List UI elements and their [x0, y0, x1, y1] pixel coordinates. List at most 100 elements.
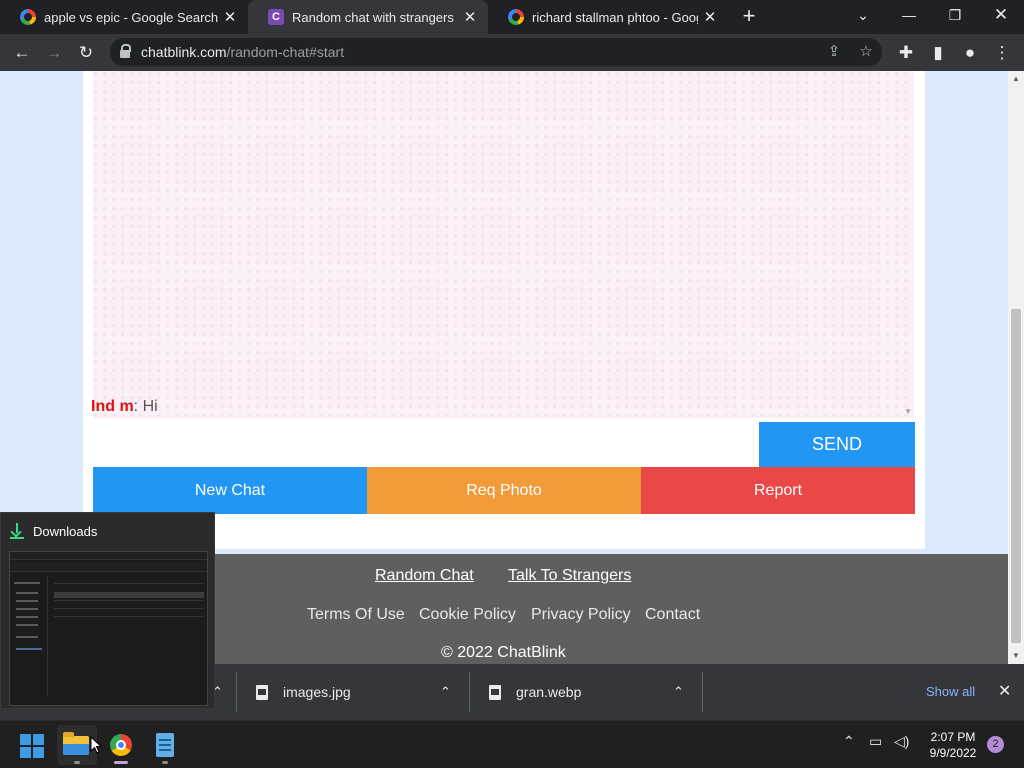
close-tab-icon[interactable]: ✕ [218, 8, 242, 26]
url-text[interactable]: chatblink.com/random-chat#start [141, 44, 344, 60]
show-all-downloads-link[interactable]: Show all [926, 684, 975, 699]
send-button[interactable]: SEND [759, 422, 915, 467]
download-separator [702, 672, 703, 712]
scrollbar-thumb[interactable] [1011, 309, 1021, 643]
tab-search-icon[interactable]: ⌄ [840, 0, 886, 34]
notepad-taskbar-button[interactable] [145, 725, 185, 765]
restore-button[interactable]: ❐ [932, 0, 978, 34]
thumbnail-title: Downloads [33, 523, 98, 539]
preview-line [16, 600, 38, 602]
message-text: Hi [138, 398, 158, 415]
share-icon[interactable]: ⇪ [824, 42, 844, 62]
start-button[interactable] [12, 725, 52, 765]
running-indicator [162, 761, 168, 764]
preview-row [54, 592, 204, 598]
bookmark-star-icon[interactable]: ☆ [856, 42, 876, 62]
preview-line [16, 624, 38, 626]
taskbar-thumbnail-popup[interactable]: Downloads [0, 512, 215, 709]
download-separator [469, 672, 470, 712]
download-separator [236, 672, 237, 712]
system-clock[interactable]: 2:07 PM 9/9/2022 [924, 729, 982, 761]
tab-richard-stallman[interactable]: richard stallman phtoo - Google ✕ [488, 0, 728, 34]
window-preview[interactable] [9, 551, 208, 706]
close-window-button[interactable]: ✕ [978, 0, 1024, 34]
download-item-partial[interactable]: ⌃ [212, 664, 236, 720]
chat-card: ▼ Ind m: Hi SEND New Chat Req Photo Repo… [83, 71, 925, 549]
copyright: © 2022 ChatBlink [441, 644, 566, 661]
extensions-icon[interactable]: ✚ [893, 40, 919, 66]
back-button[interactable]: ← [9, 40, 35, 66]
close-download-shelf-icon[interactable]: ✕ [998, 681, 1011, 701]
tab-title: Random chat with strangers [292, 9, 454, 25]
scroll-down-arrow-icon[interactable]: ▼ [1008, 651, 1024, 660]
windows-taskbar: ⌃ ▭ ◁) 2:07 PM 9/9/2022 [0, 720, 1024, 768]
chat-message: Ind m: Hi [91, 398, 158, 415]
chevron-up-icon[interactable]: ⌃ [440, 684, 451, 700]
preview-line [16, 592, 38, 594]
minimize-button[interactable]: — [886, 0, 932, 34]
running-indicator [74, 761, 80, 764]
clock-time: 2:07 PM [930, 730, 976, 744]
message-input[interactable] [93, 422, 759, 467]
clock-date: 9/9/2022 [929, 746, 977, 760]
folder-icon [63, 732, 89, 755]
tab-random-chat[interactable]: C Random chat with strangers ✕ [248, 0, 488, 34]
menu-icon[interactable]: ⋮ [989, 40, 1015, 66]
chatblink-icon: C [268, 9, 284, 25]
preview-row [54, 608, 204, 614]
footer-link-random-chat[interactable]: Random Chat [375, 567, 474, 585]
preview-line [16, 636, 38, 638]
footer-link-privacy[interactable]: Privacy Policy [531, 606, 631, 624]
notification-badge[interactable]: 2 [987, 736, 1004, 753]
chat-log: ▼ [93, 71, 914, 418]
lock-icon[interactable] [120, 44, 131, 58]
download-item[interactable]: gran.webp ⌃ [489, 664, 701, 720]
running-indicator [114, 761, 128, 764]
new-tab-button[interactable]: + [738, 5, 760, 27]
profile-icon[interactable]: ● [957, 40, 983, 66]
footer-link-talk-to-strangers[interactable]: Talk To Strangers [508, 567, 631, 585]
download-filename: gran.webp [516, 684, 582, 700]
chrome-taskbar-button[interactable] [101, 725, 141, 765]
network-icon[interactable]: ▭ [869, 733, 882, 750]
preview-titlebar [10, 552, 207, 560]
preview-line [16, 608, 38, 610]
footer-link-terms[interactable]: Terms Of Use [307, 606, 405, 624]
download-icon [10, 523, 24, 539]
mouse-cursor-icon [90, 736, 102, 754]
footer-link-contact[interactable]: Contact [645, 606, 700, 624]
side-panel-icon[interactable]: ▮ [925, 40, 951, 66]
show-hidden-icons-icon[interactable]: ⌃ [843, 733, 855, 750]
chrome-icon [110, 734, 132, 756]
notepad-icon [156, 733, 174, 757]
preview-line [16, 616, 38, 618]
preview-row [54, 578, 204, 584]
windows-logo-icon [20, 734, 44, 758]
page-scrollbar[interactable]: ▲ ▼ [1008, 71, 1024, 664]
preview-toolbar [10, 562, 207, 572]
scroll-up-arrow-icon[interactable]: ▲ [1008, 74, 1024, 83]
scroll-down-arrow-icon[interactable]: ▼ [904, 407, 912, 416]
address-bar[interactable]: chatblink.com/random-chat#start ⇪ ☆ [110, 38, 882, 66]
chevron-up-icon[interactable]: ⌃ [673, 684, 684, 700]
tab-apple-vs-epic[interactable]: apple vs epic - Google Search ✕ [0, 0, 248, 34]
forward-button[interactable]: → [41, 40, 67, 66]
new-chat-button[interactable]: New Chat [93, 467, 367, 514]
google-icon [20, 9, 36, 25]
volume-icon[interactable]: ◁) [894, 733, 909, 750]
google-icon [508, 9, 524, 25]
preview-row [54, 600, 204, 606]
tab-title: apple vs epic - Google Search [44, 9, 218, 25]
file-icon [489, 684, 501, 700]
download-item[interactable]: images.jpg ⌃ [256, 664, 468, 720]
reload-button[interactable]: ↻ [73, 40, 99, 66]
report-button[interactable]: Report [641, 467, 915, 514]
download-filename: images.jpg [283, 684, 351, 700]
close-tab-icon[interactable]: ✕ [458, 8, 482, 26]
footer-link-cookie[interactable]: Cookie Policy [419, 606, 516, 624]
tab-title: richard stallman phtoo - Google [532, 9, 698, 25]
browser-toolbar: ← → ↻ chatblink.com/random-chat#start ⇪ … [0, 34, 1024, 71]
preview-line [14, 582, 40, 584]
req-photo-button[interactable]: Req Photo [367, 467, 641, 514]
close-tab-icon[interactable]: ✕ [698, 8, 722, 26]
